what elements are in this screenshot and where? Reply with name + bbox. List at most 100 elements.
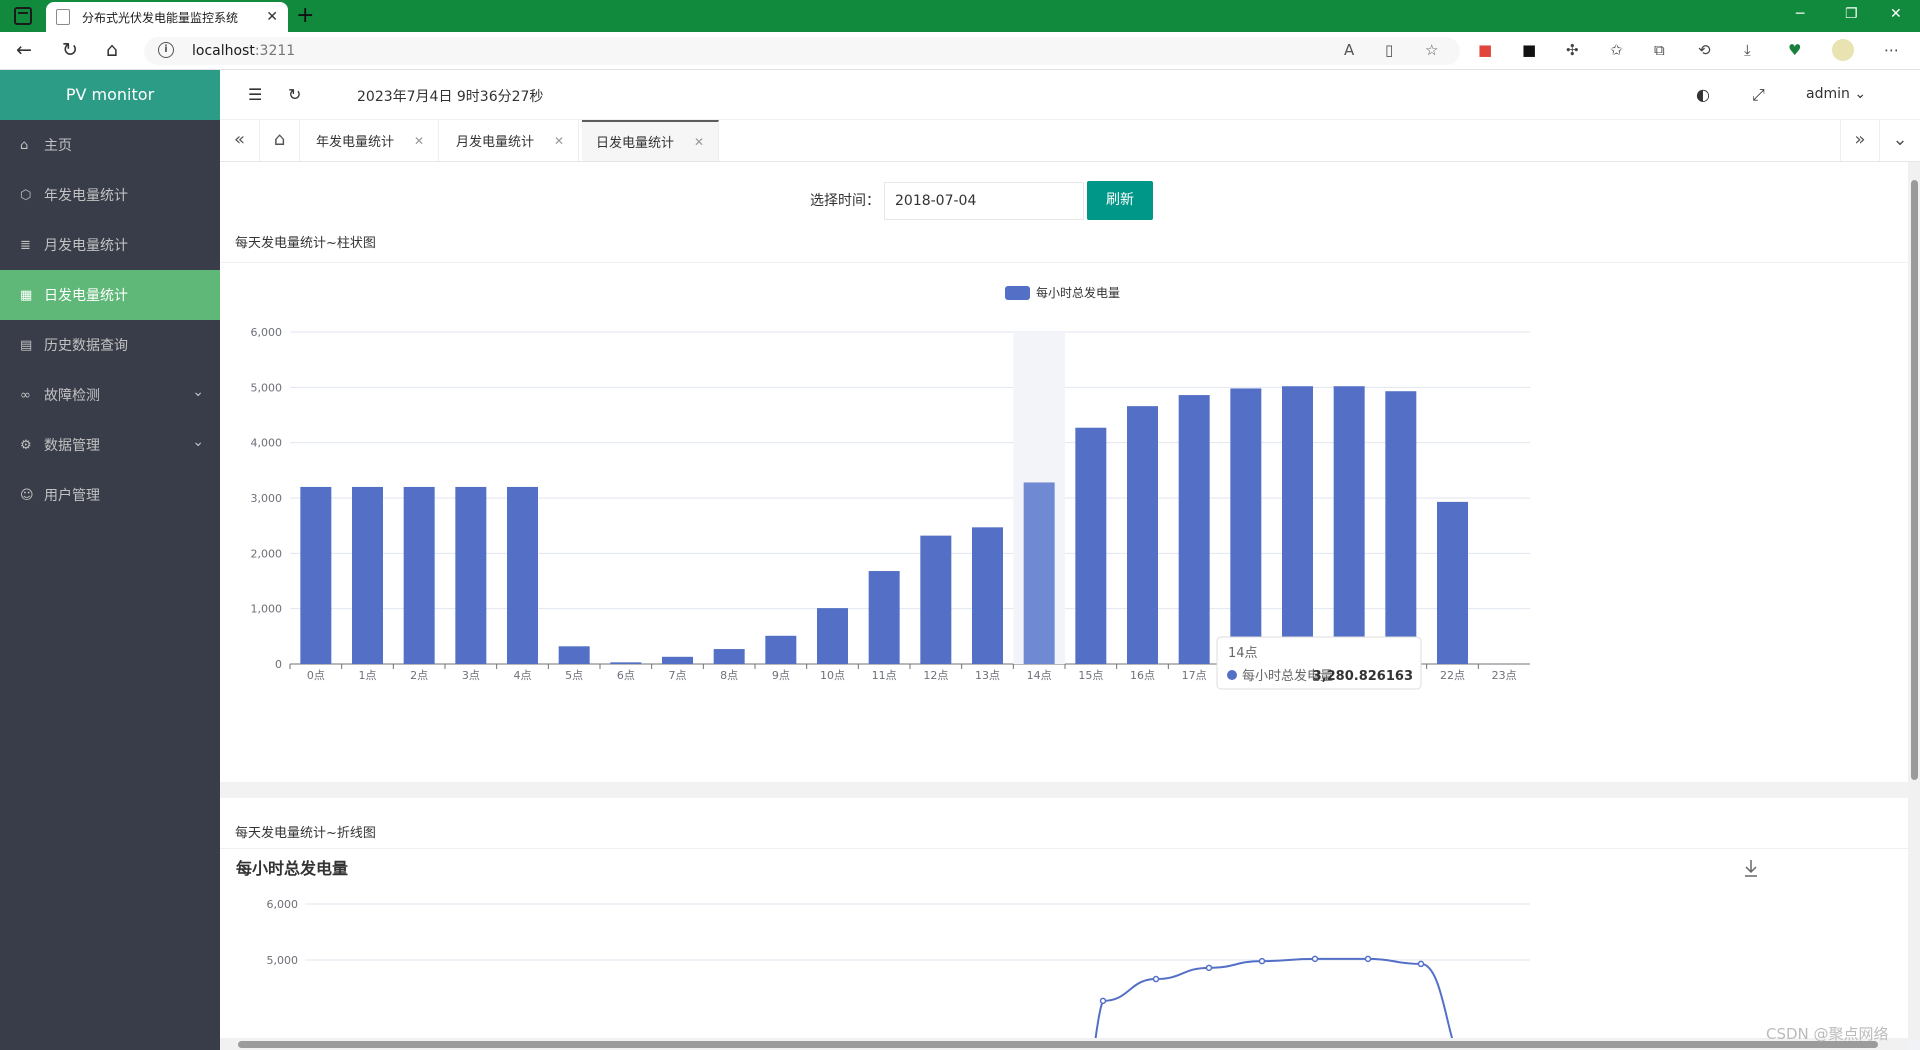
line-point[interactable] [1258,957,1266,965]
legend-label[interactable]: 每小时总发电量 [1036,285,1120,300]
bar[interactable] [920,535,952,664]
restore-button[interactable]: ❐ [1845,6,1858,22]
site-info-icon[interactable]: i [158,42,174,58]
download-icon[interactable] [1745,860,1757,877]
bar[interactable] [455,486,487,664]
minimize-button[interactable]: ─ [1796,6,1804,22]
sidebar-item-daily[interactable]: ▦ 日发电量统计 [0,270,220,320]
scroll-tabs-left-icon[interactable]: « [220,120,260,161]
sidebar-item-home[interactable]: ⌂ 主页 [0,120,220,170]
favorites-icon[interactable]: ✩ [1610,41,1623,59]
bar[interactable] [713,649,745,664]
collections-icon[interactable]: ⧉ [1654,41,1665,59]
fullscreen-icon[interactable]: ⤢ [1752,85,1765,105]
new-tab-button[interactable]: + [296,3,314,29]
profile-avatar[interactable] [1832,39,1854,61]
x-tick-label: 4点 [514,669,532,682]
home-icon: ⌂ [20,137,29,153]
sidebar-item-history[interactable]: ▤ 历史数据查询 [0,320,220,370]
tab-options-chevron-icon[interactable]: ⌄ [1880,120,1920,161]
vertical-scroll-thumb[interactable] [1911,180,1918,780]
reload-icon[interactable]: ↻ [62,39,78,61]
page-favicon-icon [56,9,70,25]
browser-essentials-icon[interactable]: ♥ [1788,41,1801,59]
bar[interactable] [1075,427,1107,664]
scroll-tabs-right-icon[interactable]: » [1840,120,1880,161]
bar[interactable] [868,571,900,664]
vertical-scrollbar[interactable] [1908,162,1920,1040]
bar[interactable] [1178,395,1210,664]
bar[interactable] [300,486,332,664]
line-point[interactable] [1311,955,1319,963]
sidebar-item-data-management[interactable]: ⚙ 数据管理 ⌄ [0,420,220,470]
date-picker-input[interactable]: 2018-07-04 [884,182,1084,220]
bar[interactable] [1127,406,1158,664]
bar[interactable] [507,486,538,664]
bar[interactable] [1230,388,1262,664]
read-aloud-icon[interactable]: A [1344,41,1354,59]
y-tick-label: 6,000 [267,898,299,911]
x-tick-label: 3点 [462,669,480,682]
line-series-path[interactable] [1093,957,1474,1040]
close-window-button[interactable]: ✕ [1890,6,1902,22]
sidebar-item-monthly[interactable]: ≣ 月发电量统计 [0,220,220,270]
bar[interactable] [1282,386,1313,664]
grid-icon: ▦ [20,287,33,303]
x-tick-label: 10点 [820,669,845,682]
bar[interactable] [972,527,1003,664]
horizontal-scrollbar[interactable] [220,1038,1908,1050]
sidebar-item-yearly[interactable]: ⬡ 年发电量统计 [0,170,220,220]
bar[interactable] [352,486,383,664]
extension-red-icon[interactable]: ■ [1478,41,1492,59]
line-point[interactable] [1205,964,1213,972]
bar[interactable] [1385,391,1417,664]
home-icon[interactable]: ⌂ [106,39,118,61]
browser-tab[interactable]: 分布式光伏发电能量监控系统 ✕ [46,2,288,32]
refresh-button[interactable]: 刷新 [1087,181,1153,220]
theme-palette-icon[interactable]: ◐ [1696,85,1710,104]
close-tab-icon[interactable]: ✕ [414,134,424,148]
bar-chart[interactable]: 每小时总发电量 0点 1点 2点 3点 4点 5点 6点 7点 8点 9点 10点 11点 12点 13点… [220,262,1908,782]
browser-tab-close-icon[interactable]: ✕ [266,9,278,25]
extension-black-icon[interactable]: ■ [1522,41,1536,59]
tab-yearly[interactable]: 年发电量统计 ✕ [302,120,440,161]
history-icon[interactable]: ⟲ [1698,41,1711,59]
horizontal-scroll-thumb[interactable] [238,1041,1878,1048]
home-tab-icon[interactable]: ⌂ [260,120,300,161]
bar[interactable] [1333,386,1365,664]
bar[interactable] [1023,482,1055,664]
bar[interactable] [817,608,848,664]
bar[interactable] [610,662,642,664]
favorite-star-icon[interactable]: ☆ [1425,41,1438,59]
line-chart[interactable]: 每小时总发电量 5,000 6,000 [220,848,1908,1040]
line-point[interactable] [1099,997,1107,1005]
y-tick-label: 2,000 [251,547,283,560]
address-bar[interactable]: i localhost:3211 A ▯ ☆ [144,37,1460,65]
user-menu[interactable]: admin ⌄ [1806,86,1866,102]
downloads-icon[interactable]: ⤓ [1744,41,1751,59]
tab-monthly[interactable]: 月发电量统计 ✕ [442,120,580,161]
bar[interactable] [662,656,693,664]
line-point[interactable] [1152,975,1160,983]
collapse-menu-icon[interactable]: ☰ [248,85,262,104]
x-tick-label: 8点 [720,669,738,682]
line-point[interactable] [1417,960,1425,968]
extensions-puzzle-icon[interactable]: ✣ [1566,41,1579,59]
close-tab-icon[interactable]: ✕ [694,135,704,149]
back-icon[interactable]: ← [16,39,32,61]
refresh-page-icon[interactable]: ↻ [288,85,301,104]
legend-swatch[interactable] [1005,286,1030,300]
bar[interactable] [403,486,435,664]
more-options-icon[interactable]: ⋯ [1884,41,1899,59]
bar[interactable] [558,646,590,664]
sidebar-item-fault-detection[interactable]: ∞ 故障检测 ⌄ [0,370,220,420]
line-point[interactable] [1364,955,1372,963]
tab-daily[interactable]: 日发电量统计 ✕ [582,120,720,161]
reader-view-icon[interactable]: ▯ [1385,41,1393,59]
window-menu-icon[interactable] [14,7,32,25]
sidebar-item-label: 数据管理 [44,438,100,454]
sidebar-item-users[interactable]: ☺ 用户管理 [0,470,220,520]
close-tab-icon[interactable]: ✕ [554,134,564,148]
bar[interactable] [1437,501,1468,664]
bar[interactable] [765,635,797,664]
